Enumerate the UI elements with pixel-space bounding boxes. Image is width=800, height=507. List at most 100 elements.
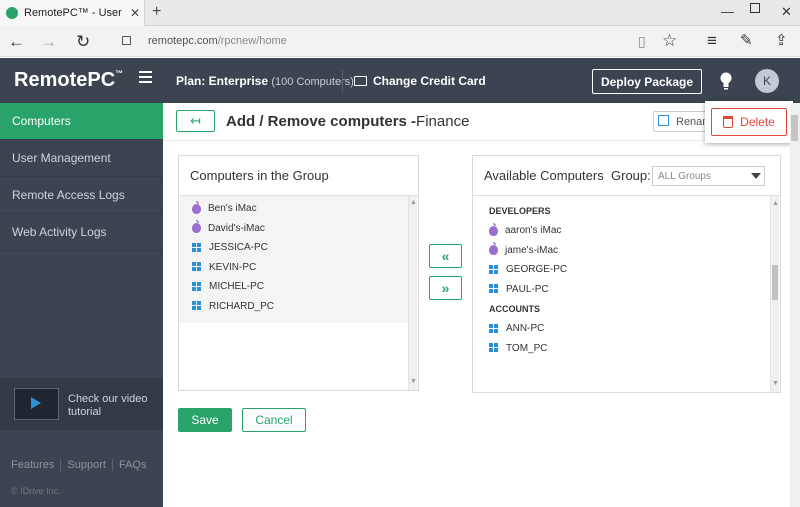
computer-list-item[interactable]: jame's-iMac — [489, 241, 770, 261]
browser-tab[interactable]: RemotePC™ - User Man ✕ — [0, 0, 145, 26]
computer-list-item[interactable]: ANN-PC — [489, 319, 770, 339]
computer-name: TOM_PC — [506, 342, 548, 354]
minimize-icon[interactable]: — — [721, 4, 734, 19]
scroll-up-icon[interactable]: ▲ — [410, 199, 417, 206]
windows-icon — [489, 343, 499, 353]
sidebar-item-computers[interactable]: Computers — [0, 103, 163, 140]
forward-arrow-icon[interactable]: → — [40, 32, 57, 52]
computer-list-item[interactable]: KEVIN-PC — [192, 258, 408, 278]
computer-list-item[interactable]: PAUL-PC — [489, 280, 770, 300]
favorites-star-icon[interactable]: ☆ — [662, 31, 677, 51]
header-divider — [342, 70, 343, 92]
available-scrollbar-thumb[interactable] — [772, 265, 778, 300]
web-note-icon[interactable]: ✎ — [740, 31, 753, 49]
save-button[interactable]: Save — [178, 408, 232, 432]
favicon-icon — [6, 7, 18, 19]
plan-info: Plan: Enterprise (100 Computers) — [176, 74, 354, 88]
computer-name: David's-iMac — [208, 222, 265, 234]
address-bar — [0, 26, 800, 57]
change-credit-card-link[interactable]: Change Credit Card — [354, 74, 486, 88]
support-link[interactable]: Support — [61, 459, 113, 471]
tab-title: RemotePC™ - User Man — [24, 7, 124, 19]
computer-name: MICHEL-PC — [209, 281, 265, 293]
apple-icon — [192, 220, 201, 234]
windows-icon — [192, 262, 202, 272]
new-tab-icon[interactable]: + — [152, 3, 161, 21]
scroll-down-icon[interactable]: ▼ — [410, 378, 417, 385]
video-tutorial-text[interactable]: Check our video tutorial — [68, 393, 158, 419]
windows-icon — [489, 284, 499, 294]
back-button[interactable]: ↤ — [176, 110, 215, 132]
hub-icon[interactable]: ≡ — [707, 31, 717, 51]
apple-icon — [489, 222, 498, 236]
windows-icon — [489, 264, 499, 275]
group-filter-select[interactable]: ALL Groups — [652, 166, 765, 186]
windows-icon — [192, 281, 202, 292]
reading-view-icon[interactable]: ▯ — [638, 33, 646, 50]
play-icon — [31, 397, 41, 409]
computer-name: aaron's iMac — [505, 225, 562, 237]
computer-name: KEVIN-PC — [209, 261, 257, 273]
scroll-down-icon[interactable]: ▼ — [772, 380, 779, 387]
double-chevron-left-icon: « — [441, 248, 450, 264]
lightbulb-icon[interactable] — [719, 72, 733, 90]
computer-name: PAUL-PC — [506, 283, 549, 295]
sidebar-item-remote-access-logs[interactable]: Remote Access Logs — [0, 177, 163, 214]
group-filter-label: Group: — [611, 168, 651, 183]
group-panel-title: Computers in the Group — [190, 168, 329, 183]
computer-list-item[interactable]: RICHARD_PC — [192, 297, 408, 317]
apple-icon — [489, 242, 498, 256]
chevron-down-icon[interactable] — [751, 173, 761, 179]
windows-icon — [192, 301, 202, 311]
computer-name: GEORGE-PC — [506, 264, 568, 276]
copyright: © IDrive Inc. — [11, 486, 61, 496]
rename-icon — [658, 115, 669, 126]
double-chevron-right-icon: » — [441, 280, 450, 296]
close-window-icon[interactable]: ✕ — [781, 4, 792, 20]
faqs-link[interactable]: FAQs — [113, 459, 153, 471]
computer-list-item[interactable]: JESSICA-PC — [192, 238, 408, 258]
available-computers-list: DEVELOPERS aaron's iMac jame's-iMac GEORGE-… — [473, 196, 770, 392]
move-left-button[interactable]: « — [429, 244, 462, 268]
group-list-scrollbar[interactable] — [408, 196, 417, 390]
group-heading: ACCOUNTS — [489, 304, 540, 314]
delete-button[interactable]: Delete — [711, 108, 787, 136]
computer-list-item[interactable]: TOM_PC — [489, 339, 770, 359]
computer-name: RICHARD_PC — [209, 300, 275, 312]
sidebar-item-web-activity-logs[interactable]: Web Activity Logs — [0, 214, 163, 251]
share-icon[interactable]: ⇪ — [775, 31, 788, 49]
deploy-package-button[interactable]: Deploy Package — [592, 69, 702, 94]
page-scrollbar-thumb[interactable] — [791, 115, 798, 141]
group-heading: DEVELOPERS — [489, 206, 551, 216]
apple-icon — [192, 200, 201, 214]
computer-name: Ben's iMac — [208, 203, 257, 215]
computer-name: jame's-iMac — [505, 244, 559, 256]
hamburger-menu-icon[interactable] — [139, 71, 152, 86]
computer-list-item[interactable]: David's-iMac — [192, 219, 408, 239]
lock-icon — [122, 36, 131, 45]
back-arrow-icon[interactable]: ← — [8, 32, 25, 52]
computer-list-item[interactable]: GEORGE-PC — [489, 260, 770, 280]
group-computers-list: Ben's iMac David's-iMac JESSICA-PC KEVIN-PC… — [179, 196, 408, 323]
url-field[interactable]: remotepc.com/rpcnew/home — [148, 35, 287, 47]
refresh-icon[interactable]: ↻ — [76, 32, 90, 52]
windows-icon — [192, 242, 202, 253]
features-link[interactable]: Features — [11, 459, 62, 471]
maximize-icon[interactable] — [750, 3, 760, 13]
computer-name: JESSICA-PC — [209, 242, 268, 254]
move-right-button[interactable]: » — [429, 276, 462, 300]
sidebar-item-user-management[interactable]: User Management — [0, 140, 163, 177]
computer-list-item[interactable]: Ben's iMac — [192, 199, 408, 219]
computer-list-item[interactable]: aaron's iMac — [489, 221, 770, 241]
close-tab-icon[interactable]: ✕ — [130, 6, 140, 20]
credit-card-icon — [354, 76, 367, 86]
remotepc-logo[interactable]: RemotePC™ — [14, 69, 123, 92]
available-panel-title: Available Computers — [484, 168, 604, 183]
user-avatar[interactable]: K — [755, 69, 779, 93]
page-scrollbar[interactable] — [790, 103, 800, 507]
computer-list-item[interactable]: MICHEL-PC — [192, 277, 408, 297]
sidebar-footer-links: Features Support FAQs — [11, 459, 152, 471]
scroll-up-icon[interactable]: ▲ — [772, 200, 779, 207]
cancel-button[interactable]: Cancel — [242, 408, 306, 432]
windows-icon — [489, 323, 499, 334]
